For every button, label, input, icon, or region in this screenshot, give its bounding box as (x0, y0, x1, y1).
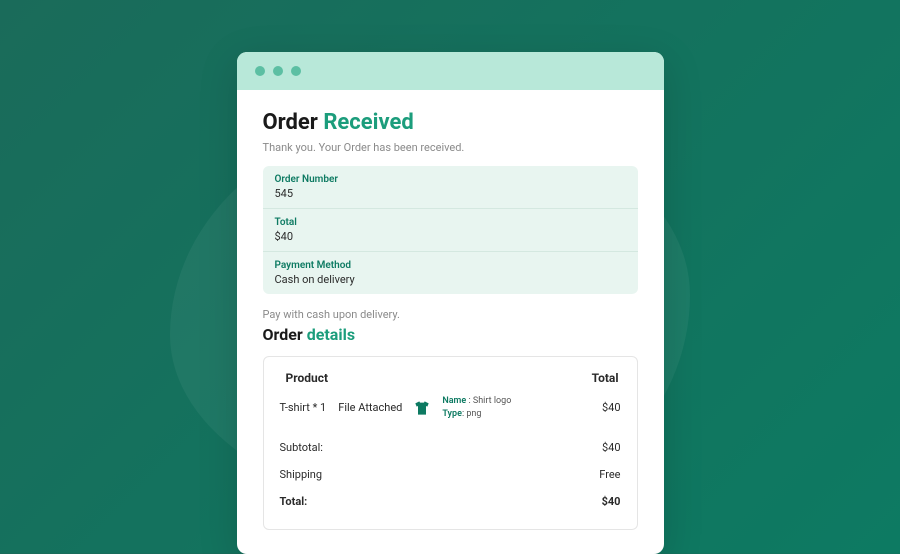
file-meta-name-value: : Shirt logo (466, 396, 511, 406)
order-summary-box: Order Number 545 Total $40 Payment Metho… (263, 166, 638, 294)
file-meta: Name : Shirt logo Type: png (442, 395, 511, 420)
shipping-value: Free (599, 468, 620, 481)
details-title: Order details (263, 325, 638, 344)
file-meta-name-label: Name (442, 396, 466, 406)
subtotal-label: Subtotal: (280, 441, 323, 454)
product-price: $40 (602, 401, 621, 414)
file-attached-label: File Attached (338, 401, 402, 414)
product-left: T-shirt * 1 File Attached Name : Shirt l… (280, 395, 512, 420)
window-dot-3 (291, 66, 301, 76)
total-row: Total: $40 (280, 488, 621, 515)
pay-note: Pay with cash upon delivery. (263, 308, 638, 321)
shipping-label: Shipping (280, 468, 323, 481)
file-meta-type-value: : png (462, 409, 482, 419)
window-dot-1 (255, 66, 265, 76)
order-details-box: Product Total T-shirt * 1 File Attached … (263, 356, 638, 530)
window-dot-2 (273, 66, 283, 76)
summary-row-order-number: Order Number 545 (263, 166, 638, 209)
total-label: Total: (280, 495, 308, 508)
page-title: Order Received (263, 110, 638, 135)
total-value: $40 (602, 495, 621, 508)
file-meta-type-row: Type: png (442, 408, 511, 421)
details-title-accent: details (307, 325, 355, 344)
col-product-header: Product (280, 371, 329, 385)
tshirt-icon (414, 400, 430, 416)
product-row: T-shirt * 1 File Attached Name : Shirt l… (280, 395, 621, 420)
file-meta-type-label: Type (442, 409, 462, 419)
product-name-qty: T-shirt * 1 (280, 401, 327, 414)
window-content: Order Received Thank you. Your Order has… (237, 90, 664, 554)
thank-you-text: Thank you. Your Order has been received. (263, 141, 638, 154)
order-window: Order Received Thank you. Your Order has… (237, 52, 664, 554)
summary-row-total: Total $40 (263, 209, 638, 252)
payment-method-label: Payment Method (275, 260, 626, 271)
window-titlebar (237, 52, 664, 90)
col-total-header: Total (592, 371, 621, 385)
summary-total-label: Total (275, 217, 626, 228)
details-header: Product Total (280, 371, 621, 385)
details-title-prefix: Order (263, 325, 307, 344)
page-title-accent: Received (323, 110, 413, 135)
summary-total-value: $40 (275, 230, 626, 243)
shipping-row: Shipping Free (280, 461, 621, 488)
order-number-value: 545 (275, 187, 626, 200)
order-number-label: Order Number (275, 174, 626, 185)
payment-method-value: Cash on delivery (275, 273, 626, 286)
summary-row-payment: Payment Method Cash on delivery (263, 252, 638, 294)
subtotal-row: Subtotal: $40 (280, 434, 621, 461)
page-title-prefix: Order (263, 110, 324, 135)
file-meta-name-row: Name : Shirt logo (442, 395, 511, 408)
subtotal-value: $40 (602, 441, 621, 454)
